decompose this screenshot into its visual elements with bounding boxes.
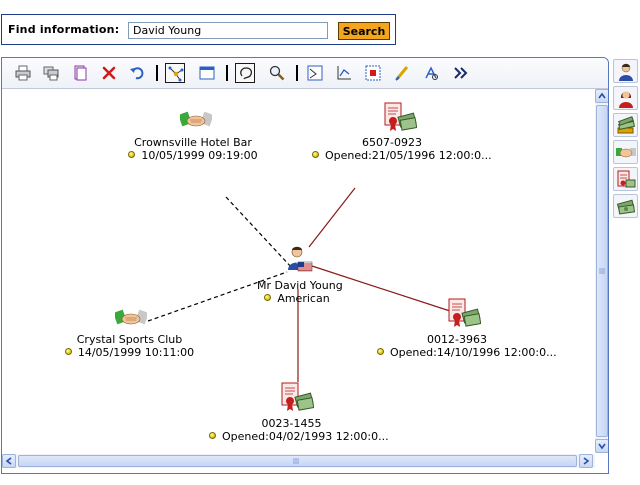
handshake-icon[interactable] xyxy=(178,109,214,134)
chevron-left-icon xyxy=(5,457,12,465)
grip-icon xyxy=(599,268,605,274)
network-layout-icon xyxy=(168,66,184,82)
palette-money-bills[interactable] xyxy=(613,194,638,218)
delete-button[interactable] xyxy=(99,63,119,83)
certificate-money-icon[interactable] xyxy=(447,297,482,334)
expand-node-button[interactable] xyxy=(305,63,325,83)
highlight-icon xyxy=(395,66,409,81)
center-node-detail: American xyxy=(257,292,337,305)
vertical-scroll-thumb[interactable] xyxy=(596,105,608,437)
horizontal-scroll-thumb[interactable] xyxy=(18,455,577,467)
status-dot-icon xyxy=(312,151,319,158)
more-button[interactable] xyxy=(450,63,470,83)
print-icon xyxy=(15,65,31,81)
highlight-button[interactable] xyxy=(392,63,412,83)
node-title: 0023-1455 xyxy=(261,417,322,430)
status-dot-icon xyxy=(64,348,72,355)
chart-button[interactable] xyxy=(334,63,354,83)
toolbar xyxy=(2,58,608,89)
grid-select-button[interactable] xyxy=(363,63,383,83)
scroll-right-button[interactable] xyxy=(579,454,593,468)
certificate-money-icon[interactable] xyxy=(383,101,418,138)
node-title: 0012-3963 xyxy=(427,333,487,346)
node-detail: Opened:21/05/1996 12:00:0... xyxy=(312,149,492,162)
search-panel: Find information: Search xyxy=(1,14,396,45)
node-label-crystal: Crystal Sports Club 14/05/1999 10:11:00 xyxy=(62,333,197,359)
status-dot-icon xyxy=(209,432,216,439)
zoom-button[interactable] xyxy=(267,63,287,83)
network-layout-button[interactable] xyxy=(165,63,185,83)
expand-node-icon xyxy=(307,65,323,81)
entity-palette xyxy=(611,57,640,485)
window-icon xyxy=(199,66,215,80)
copy-button[interactable] xyxy=(70,63,90,83)
grid-select-icon xyxy=(365,65,381,81)
handshake-icon xyxy=(616,148,636,158)
lasso-select-button[interactable] xyxy=(235,63,255,83)
delete-icon xyxy=(102,66,116,80)
status-dot-icon xyxy=(377,348,384,355)
undo-button[interactable] xyxy=(127,63,147,83)
node-detail: Opened:04/02/1993 12:00:0... xyxy=(209,430,389,443)
horizontal-scrollbar[interactable] xyxy=(2,454,595,468)
toolbar-separator xyxy=(296,65,298,81)
lasso-select-icon xyxy=(240,67,253,80)
node-title: 6507-0923 xyxy=(362,136,422,149)
chevron-down-icon xyxy=(598,443,606,450)
node-title: Crownsville Hotel Bar xyxy=(134,136,252,149)
node-detail: Opened:14/10/1996 12:00:0... xyxy=(377,346,557,359)
toolbar-separator xyxy=(156,65,158,81)
search-input[interactable] xyxy=(128,22,328,39)
link-solid xyxy=(308,187,356,248)
node-detail: 14/05/1999 10:11:00 xyxy=(62,346,197,359)
copy-icon xyxy=(74,65,87,81)
find-button[interactable] xyxy=(421,63,441,83)
node-label-acct-0023: 0023-1455 Opened:04/02/1993 12:00:0... xyxy=(209,417,389,443)
palette-money-stack[interactable] xyxy=(613,113,638,137)
node-detail: 10/05/1999 09:19:00 xyxy=(128,149,258,162)
print-all-button[interactable] xyxy=(41,63,61,83)
zoom-icon xyxy=(269,65,285,81)
palette-person-female[interactable] xyxy=(613,86,638,110)
certificate-money-icon[interactable] xyxy=(280,381,315,418)
money-stack-icon xyxy=(617,116,636,134)
palette-handshake[interactable] xyxy=(613,140,638,164)
person-female-icon xyxy=(619,91,633,108)
more-icon xyxy=(454,67,468,79)
graph-canvas[interactable]: Mr David Young American Crownsville Hote… xyxy=(2,89,593,453)
certificate-money-icon xyxy=(617,170,636,188)
status-dot-icon xyxy=(264,294,272,301)
node-label-acct-6507: 6507-0923 Opened:21/05/1996 12:00:0... xyxy=(312,136,492,162)
scroll-left-button[interactable] xyxy=(2,454,16,468)
find-icon xyxy=(425,66,438,80)
node-label-acct-0012: 0012-3963 Opened:14/10/1996 12:00:0... xyxy=(377,333,557,359)
node-label-crownsville: Crownsville Hotel Bar 10/05/1999 09:19:0… xyxy=(128,136,258,162)
money-bills-icon xyxy=(616,199,636,215)
node-title: Crystal Sports Club xyxy=(76,333,183,346)
scroll-up-button[interactable] xyxy=(595,89,608,103)
undo-icon xyxy=(130,67,144,80)
link-dashed xyxy=(225,196,293,269)
status-dot-icon xyxy=(128,151,136,158)
chart-viewer: Mr David Young American Crownsville Hote… xyxy=(1,57,609,474)
chevron-right-icon xyxy=(583,457,590,465)
chart-icon xyxy=(337,66,351,80)
window-button[interactable] xyxy=(197,63,217,83)
scroll-down-button[interactable] xyxy=(595,439,608,453)
search-label: Find information: xyxy=(8,23,120,36)
palette-person-male[interactable] xyxy=(613,59,638,83)
handshake-icon[interactable] xyxy=(113,307,149,332)
palette-certificate[interactable] xyxy=(613,167,638,191)
grip-icon xyxy=(293,458,299,464)
center-node-label: Mr David Young American xyxy=(257,279,343,305)
vertical-scrollbar[interactable] xyxy=(595,89,608,453)
person-male-icon xyxy=(619,63,633,81)
person-us-flag-icon[interactable] xyxy=(284,244,314,277)
center-node-name: Mr David Young xyxy=(257,279,343,292)
print-button[interactable] xyxy=(13,63,33,83)
search-button[interactable]: Search xyxy=(338,22,390,40)
toolbar-separator xyxy=(226,65,228,81)
print-all-icon xyxy=(43,66,59,81)
chevron-up-icon xyxy=(598,92,606,99)
